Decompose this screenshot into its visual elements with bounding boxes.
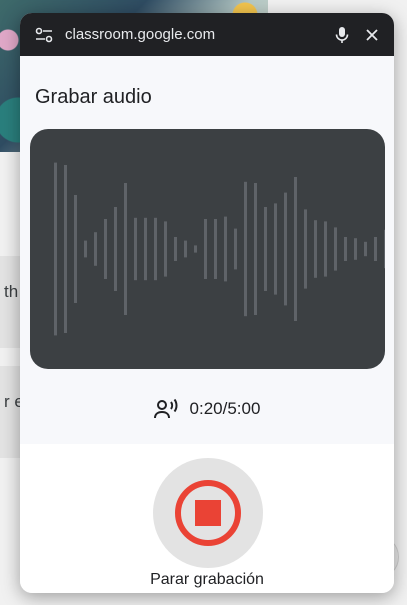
waveform-bar — [124, 183, 127, 315]
waveform-bar — [214, 219, 217, 279]
waveform-bar — [254, 183, 257, 315]
recording-timer: 0:20/5:00 — [189, 399, 261, 418]
record-audio-popup: classroom.google.com Grabar audio 0:20/5… — [20, 13, 394, 593]
waveform-bar — [354, 238, 357, 260]
waveform-bar — [344, 237, 347, 261]
waveform-bar — [64, 165, 67, 333]
waveform-bar — [334, 227, 337, 271]
waveform-bar — [114, 207, 117, 291]
tune-icon[interactable] — [34, 25, 54, 45]
dialog-title: Grabar audio — [35, 86, 152, 108]
stop-recording-label: Parar grabación — [150, 571, 264, 588]
popup-url: classroom.google.com — [65, 26, 216, 43]
waveform-bar — [384, 229, 385, 269]
popup-content: Grabar audio 0:20/5:00 Parar grabación — [20, 56, 394, 593]
waveform-bar — [274, 203, 277, 295]
waveform-bar — [284, 192, 287, 306]
waveform-bar — [194, 245, 197, 253]
waveform-bar — [184, 240, 187, 258]
waveform-bar — [294, 177, 297, 321]
popup-titlebar: classroom.google.com — [20, 13, 394, 56]
waveform-panel — [30, 129, 385, 369]
stop-recording-button[interactable] — [153, 458, 263, 568]
waveform-bar — [74, 195, 77, 303]
controls-area: Parar grabación — [20, 444, 394, 593]
waveform-bar — [104, 219, 107, 279]
timer-row: 0:20/5:00 — [20, 398, 394, 420]
waveform-bar — [234, 228, 237, 270]
waveform — [54, 162, 385, 336]
waveform-bar — [314, 220, 317, 278]
waveform-bar — [324, 221, 327, 277]
close-icon[interactable] — [362, 25, 382, 45]
waveform-bar — [204, 219, 207, 279]
waveform-bar — [164, 221, 167, 277]
waveform-bar — [84, 240, 87, 258]
waveform-bar — [54, 162, 57, 336]
waveform-bar — [304, 209, 307, 289]
waveform-bar — [174, 237, 177, 261]
waveform-bar — [264, 207, 267, 291]
waveform-bar — [224, 216, 227, 282]
stop-record-icon — [175, 480, 241, 546]
waveform-bar — [244, 181, 247, 317]
waveform-bar — [374, 237, 377, 261]
waveform-bar — [364, 241, 367, 257]
waveform-bar — [154, 217, 157, 281]
waveform-bar — [94, 232, 97, 266]
voice-icon — [153, 398, 180, 420]
waveform-bar — [134, 217, 137, 281]
mic-icon[interactable] — [332, 25, 352, 45]
waveform-bar — [144, 217, 147, 281]
